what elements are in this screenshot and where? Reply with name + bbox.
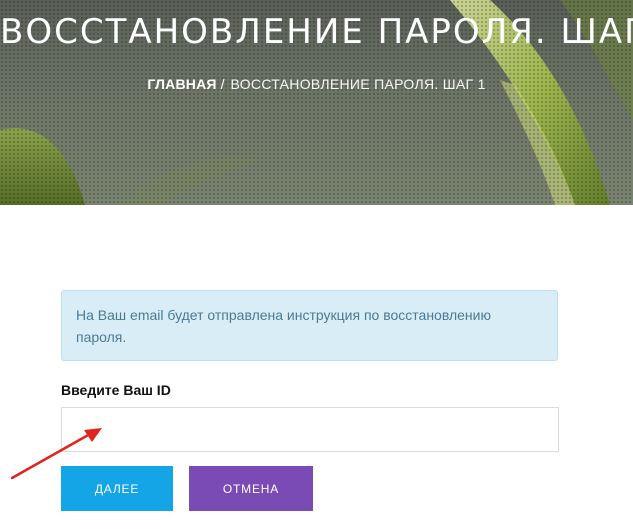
info-alert: На Ваш email будет отправлена инструкция… <box>61 290 558 361</box>
red-arrow-icon <box>10 428 102 480</box>
page-title: ВОССТАНОВЛЕНИЕ ПАРОЛЯ. ШАГ 1 <box>0 12 633 52</box>
breadcrumb: ГЛАВНАЯ / ВОССТАНОВЛЕНИЕ ПАРОЛЯ. ШАГ 1 <box>0 76 633 92</box>
breadcrumb-home-link[interactable]: ГЛАВНАЯ <box>147 76 216 92</box>
id-field-label: Введите Ваш ID <box>61 382 171 398</box>
page-header-banner: ВОССТАНОВЛЕНИЕ ПАРОЛЯ. ШАГ 1 ГЛАВНАЯ / ВОС… <box>0 0 633 205</box>
breadcrumb-current-page: ВОССТАНОВЛЕНИЕ ПАРОЛЯ. ШАГ 1 <box>230 76 486 92</box>
breadcrumb-separator: / <box>220 76 225 92</box>
id-input[interactable] <box>61 407 559 452</box>
cancel-button[interactable]: ОТМЕНА <box>189 466 313 511</box>
